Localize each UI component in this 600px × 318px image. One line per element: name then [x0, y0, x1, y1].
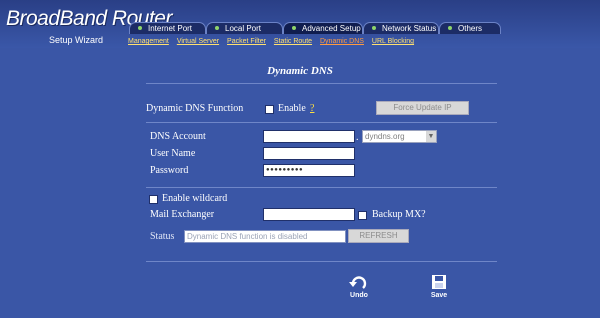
user-name-label: User Name [150, 148, 196, 159]
bullet-icon [215, 26, 219, 31]
refresh-button[interactable]: REFRESH [348, 229, 409, 243]
password-input[interactable]: ●●●●●●●●● [263, 164, 355, 177]
undo-icon [349, 276, 367, 289]
user-name-input[interactable] [263, 147, 355, 160]
tab-local-port[interactable]: Local Port [206, 22, 283, 34]
subnav-packet-filter[interactable]: Packet Filter [227, 38, 266, 45]
chevron-down-icon: ▼ [426, 131, 436, 142]
subnav-dynamic-dns[interactable]: Dynamic DNS [320, 38, 364, 45]
status-display: Dynamic DNS function is disabled [184, 230, 346, 243]
force-update-ip-button[interactable]: Force Update IP [376, 101, 469, 115]
bullet-icon [372, 26, 376, 31]
save-button[interactable]: Save [424, 274, 454, 299]
dns-account-input[interactable] [263, 130, 355, 143]
tab-advanced-setup[interactable]: Advanced Setup [283, 22, 363, 34]
status-label: Status [150, 231, 175, 242]
help-link[interactable]: ? [310, 103, 314, 114]
save-icon [432, 275, 446, 289]
header-bar: BroadBand Router Setup Wizard Internet P… [0, 0, 600, 48]
password-label: Password [150, 165, 189, 176]
backup-mx-checkbox[interactable] [358, 211, 367, 220]
undo-button[interactable]: Undo [344, 274, 374, 299]
bullet-icon [292, 26, 296, 31]
setup-wizard-link[interactable]: Setup Wizard [49, 35, 103, 45]
bullet-icon [138, 26, 142, 31]
dns-account-label: DNS Account [150, 131, 206, 142]
page-title: Dynamic DNS [267, 65, 333, 77]
mail-exchanger-input[interactable] [263, 208, 355, 221]
subnav-management[interactable]: Management [128, 38, 169, 45]
enable-ddns-checkbox[interactable] [265, 105, 274, 114]
ddns-function-label: Dynamic DNS Function [146, 103, 244, 114]
tab-network-status[interactable]: Network Status [363, 22, 439, 34]
subnav-url-blocking[interactable]: URL Blocking [372, 38, 414, 45]
tab-others[interactable]: Others [439, 22, 501, 34]
tab-internet-port[interactable]: Internet Port [129, 22, 206, 34]
dns-domain-select[interactable]: dyndns.org ▼ [362, 130, 437, 143]
divider [146, 122, 497, 123]
divider [146, 261, 497, 262]
account-dot: . [356, 132, 359, 143]
sub-navigation: Management Virtual Server Packet Filter … [128, 38, 420, 45]
mail-exchanger-label: Mail Exchanger [150, 209, 215, 220]
subnav-static-route[interactable]: Static Route [274, 38, 312, 45]
bullet-icon [448, 26, 452, 31]
wildcard-checkbox[interactable] [149, 195, 158, 204]
divider [146, 83, 497, 84]
backup-mx-label: Backup MX? [372, 209, 426, 220]
enable-label: Enable [278, 103, 306, 114]
wildcard-label: Enable wildcard [162, 193, 228, 204]
divider [146, 187, 497, 188]
subnav-virtual-server[interactable]: Virtual Server [177, 38, 219, 45]
